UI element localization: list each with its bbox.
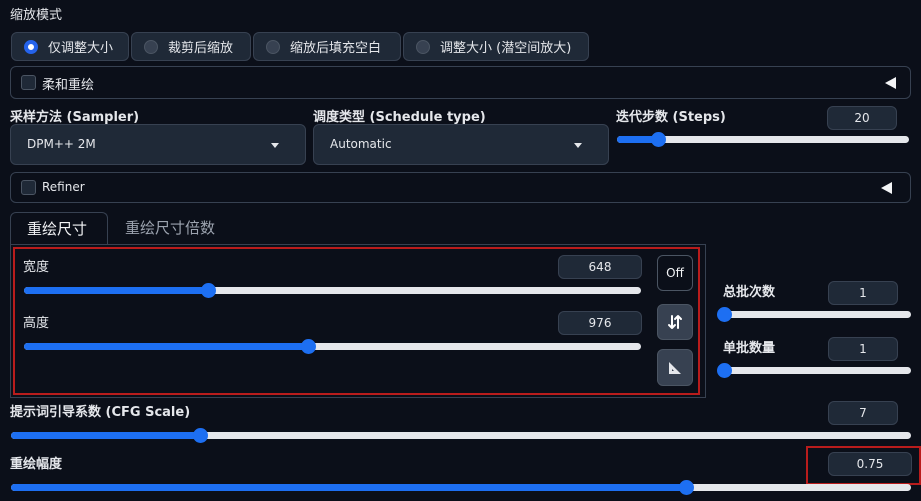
steps-input[interactable]: 20 bbox=[827, 106, 897, 130]
radio-just-resize[interactable]: 仅调整大小 bbox=[11, 32, 129, 61]
steps-slider[interactable] bbox=[617, 132, 909, 147]
soft-inpaint-accordion[interactable]: 柔和重绘 bbox=[10, 66, 911, 99]
batch-count-label: 总批次数 bbox=[723, 285, 776, 300]
soft-inpaint-label: 柔和重绘 bbox=[42, 78, 95, 93]
radio-dot bbox=[416, 39, 430, 54]
radio-dot bbox=[266, 39, 280, 54]
schedule-label: 调度类型 (Schedule type) bbox=[313, 110, 486, 125]
slider-thumb[interactable] bbox=[193, 428, 208, 443]
chevron-down-icon bbox=[574, 143, 582, 148]
radio-label: 裁剪后缩放 bbox=[168, 41, 234, 56]
tab-resize-to[interactable]: 重绘尺寸 bbox=[10, 212, 108, 245]
denoise-label: 重绘幅度 bbox=[10, 457, 63, 472]
soft-inpaint-checkbox[interactable] bbox=[21, 75, 36, 90]
radio-latent-upscale[interactable]: 调整大小 (潜空间放大) bbox=[403, 32, 589, 61]
batch-size-label: 单批数量 bbox=[723, 341, 776, 356]
tab-resize-by[interactable]: 重绘尺寸倍数 bbox=[109, 212, 231, 245]
collapse-arrow-icon[interactable] bbox=[885, 77, 896, 89]
batch-size-slider[interactable] bbox=[717, 363, 911, 378]
refiner-accordion[interactable]: Refiner bbox=[10, 172, 911, 203]
slider-thumb[interactable] bbox=[717, 363, 732, 378]
slider-thumb[interactable] bbox=[679, 480, 694, 495]
resize-mode-label: 缩放模式 bbox=[10, 8, 63, 23]
cfg-scale-label: 提示词引导系数 (CFG Scale) bbox=[10, 405, 191, 420]
schedule-value: Automatic bbox=[330, 137, 392, 151]
steps-label: 迭代步数 (Steps) bbox=[616, 110, 726, 125]
radio-label: 调整大小 (潜空间放大) bbox=[440, 41, 572, 56]
sampler-value: DPM++ 2M bbox=[27, 137, 96, 151]
sampler-label: 采样方法 (Sampler) bbox=[10, 110, 140, 125]
cfg-scale-input[interactable]: 7 bbox=[828, 401, 898, 425]
size-highlight-box bbox=[13, 247, 700, 395]
cfg-scale-slider[interactable] bbox=[11, 428, 911, 443]
radio-dot-selected bbox=[24, 39, 38, 54]
radio-dot bbox=[144, 39, 158, 54]
slider-fill bbox=[11, 484, 686, 491]
sampler-dropdown[interactable]: DPM++ 2M bbox=[10, 124, 306, 165]
slider-thumb[interactable] bbox=[650, 132, 666, 147]
radio-label: 仅调整大小 bbox=[48, 41, 114, 56]
radio-label: 缩放后填充空白 bbox=[290, 41, 382, 56]
batch-count-slider[interactable] bbox=[717, 307, 911, 322]
denoise-highlight-box bbox=[806, 446, 921, 485]
batch-size-input[interactable]: 1 bbox=[828, 337, 898, 361]
chevron-down-icon bbox=[271, 143, 279, 148]
collapse-arrow-icon[interactable] bbox=[881, 182, 892, 194]
denoise-slider[interactable] bbox=[11, 480, 911, 495]
radio-crop-and-resize[interactable]: 裁剪后缩放 bbox=[131, 32, 251, 61]
slider-thumb[interactable] bbox=[717, 307, 732, 322]
batch-count-input[interactable]: 1 bbox=[828, 281, 898, 305]
schedule-dropdown[interactable]: Automatic bbox=[313, 124, 609, 165]
slider-fill bbox=[11, 432, 200, 439]
refiner-checkbox[interactable] bbox=[21, 180, 36, 195]
refiner-label: Refiner bbox=[42, 180, 85, 194]
radio-resize-and-fill[interactable]: 缩放后填充空白 bbox=[253, 32, 401, 61]
